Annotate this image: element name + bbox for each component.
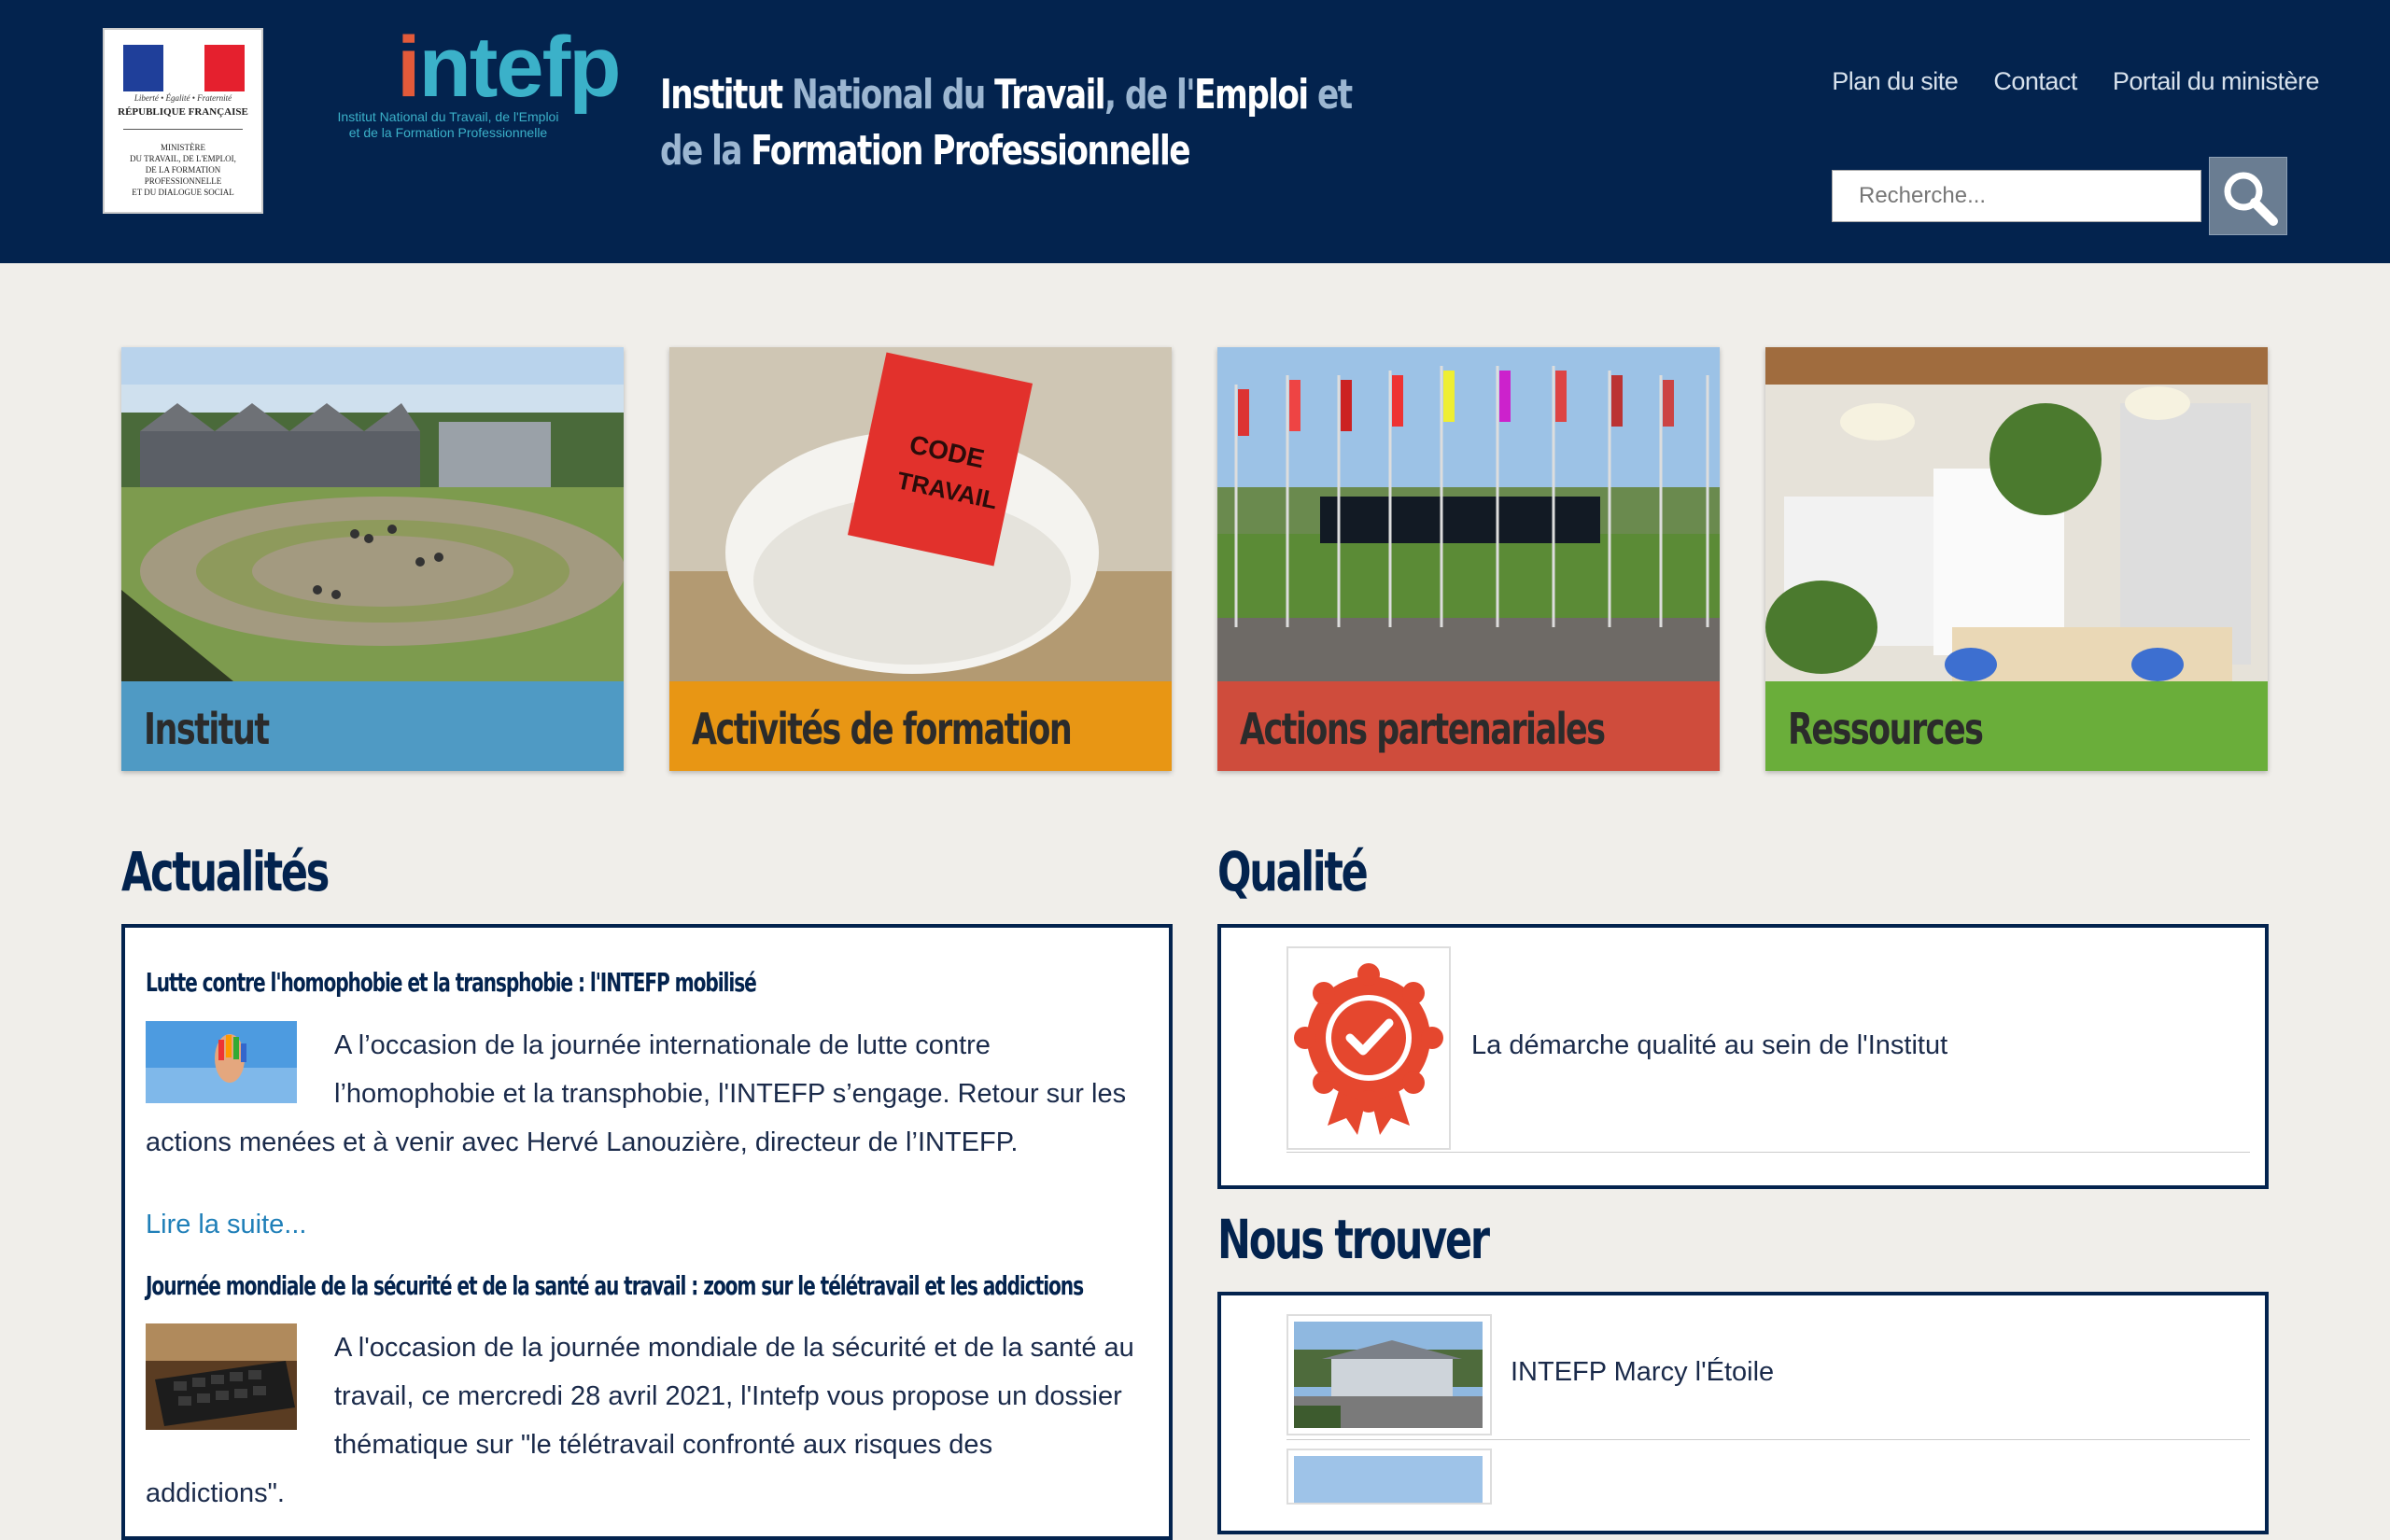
news-box: Lutte contre l'homophobie et la transpho… xyxy=(121,924,1173,1540)
quality-section-title: Qualité xyxy=(1217,840,1369,903)
tile-ressources[interactable]: Ressources xyxy=(1765,347,2268,771)
intefp-wordmark: intefp xyxy=(397,20,622,115)
title-part: Formation xyxy=(751,127,923,175)
news-section-title: Actualités xyxy=(121,840,330,903)
news-item-body: A l'occasion de la journée mondiale de l… xyxy=(146,1323,1135,1518)
institut-photo xyxy=(121,347,624,681)
title-part: Emploi xyxy=(1194,71,1309,119)
title-part: , de l' xyxy=(1104,71,1196,119)
news-thumbnail[interactable] xyxy=(146,1021,297,1103)
republique-text: RÉPUBLIQUE FRANÇAISE xyxy=(118,106,248,118)
logo-divider xyxy=(123,129,243,130)
search-button[interactable] xyxy=(2209,157,2287,235)
portail-ministere-link[interactable]: Portail du ministère xyxy=(2113,67,2320,96)
location-thumbnail[interactable] xyxy=(1286,1449,1492,1505)
partenariales-photo xyxy=(1217,347,1720,681)
site-title: Institut National du Travail, de l'Emplo… xyxy=(660,67,1388,179)
intefp-subtitle: Institut National du Travail, de l'Emplo… xyxy=(337,109,559,140)
tile-label: Institut xyxy=(144,704,270,754)
government-logo[interactable]: Liberté • Égalité • Fraternité RÉPUBLIQU… xyxy=(103,28,263,214)
contact-link[interactable]: Contact xyxy=(1993,67,2077,96)
quality-box: La démarche qualité au sein de l'Institu… xyxy=(1217,924,2269,1189)
read-more-link[interactable]: Lire la suite... xyxy=(146,1210,306,1240)
devise-text: Liberté • Égalité • Fraternité xyxy=(134,93,232,103)
activites-photo: CODE TRAVAIL xyxy=(669,347,1172,681)
tile-actions-partenariales[interactable]: Actions partenariales xyxy=(1217,347,1720,771)
quality-badge-icon xyxy=(1286,946,1451,1150)
quality-item[interactable]: La démarche qualité au sein de l'Institu… xyxy=(1286,946,2250,1153)
quality-item-text[interactable]: La démarche qualité au sein de l'Institu… xyxy=(1471,1030,1947,1061)
tile-label: Activités de formation xyxy=(692,704,1073,754)
tile-activites-formation[interactable]: CODE TRAVAIL Activités de formation xyxy=(669,347,1172,771)
intefp-logo[interactable]: intefp Institut National du Travail, de … xyxy=(275,20,622,151)
news-item-body: A l’occasion de la journée international… xyxy=(146,1021,1135,1167)
tile-label: Actions partenariales xyxy=(1240,704,1606,754)
location-thumbnail xyxy=(1286,1314,1492,1435)
tile-label: Ressources xyxy=(1788,704,1984,754)
news-item-title[interactable]: Lutte contre l'homophobie et la transpho… xyxy=(146,967,757,998)
ministere-text: MINISTÈRE DU TRAVAIL, DE L'EMPLOI, DE LA… xyxy=(130,143,236,197)
plan-du-site-link[interactable]: Plan du site xyxy=(1832,67,1959,96)
marianne-flag xyxy=(123,45,245,91)
search-input[interactable] xyxy=(1832,170,2201,222)
top-links: Plan du site Contact Portail du ministèr… xyxy=(1832,67,2319,96)
search-icon xyxy=(2224,172,2278,226)
location-section-title: Nous trouver xyxy=(1217,1208,1490,1271)
location-item[interactable]: INTEFP Marcy l'Étoile xyxy=(1286,1314,2250,1440)
intefp-wordmark-rest: ntefp xyxy=(418,20,622,115)
location-item-text[interactable]: INTEFP Marcy l'Étoile xyxy=(1511,1357,1774,1388)
site-header: Liberté • Égalité • Fraternité RÉPUBLIQU… xyxy=(0,0,2390,263)
location-box: INTEFP Marcy l'Étoile xyxy=(1217,1292,2269,1534)
tile-institut[interactable]: Institut xyxy=(121,347,624,771)
title-part: Professionnelle xyxy=(921,127,1190,175)
title-part: National du xyxy=(781,71,995,119)
title-part: Travail xyxy=(994,71,1105,119)
intefp-wordmark-i: i xyxy=(397,20,421,115)
news-thumbnail[interactable] xyxy=(146,1323,297,1430)
news-item-title[interactable]: Journée mondiale de la sécurité et de la… xyxy=(146,1270,1084,1301)
title-part: Institut xyxy=(660,71,783,119)
ressources-photo xyxy=(1765,347,2268,681)
